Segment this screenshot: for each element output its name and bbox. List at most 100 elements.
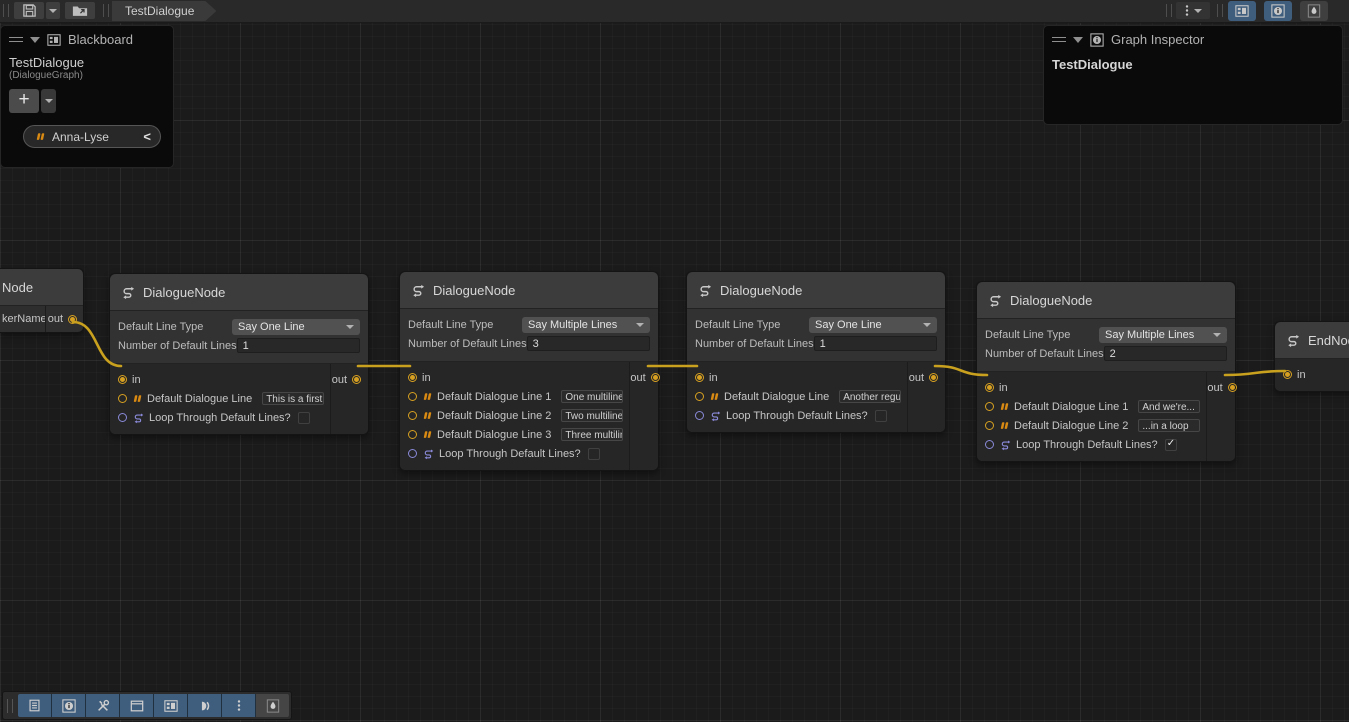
in-port-label: in [709,372,718,384]
loop-checkbox[interactable] [875,410,887,422]
node-title: DialogueNode [143,285,225,300]
loop-checkbox[interactable] [588,448,600,460]
loop-checkbox[interactable] [1165,439,1177,451]
toolbar-grip[interactable] [3,4,9,17]
node-dialoguenode-4[interactable]: DialogueNode Default Line Type Say Multi… [976,281,1236,462]
node-title-bar[interactable]: DialogueNode [977,282,1235,319]
port[interactable] [408,392,417,401]
connected-port[interactable] [651,373,660,382]
line-type-dropdown[interactable]: Say Multiple Lines [522,317,650,333]
open-asset-button[interactable] [65,2,95,19]
node-dialoguenode-1[interactable]: DialogueNode Default Line Type Say One L… [109,273,369,435]
port[interactable] [985,440,994,449]
dialogue-line-field[interactable]: This is a first [262,392,324,405]
loop-row: Loop Through Default Lines? [687,406,907,425]
graph-inspector-panel: Graph Inspector TestDialogue [1043,25,1343,125]
dialogue-line-field[interactable]: Two multiline [561,409,623,422]
line-type-label: Default Line Type [408,319,522,331]
line-type-dropdown[interactable]: Say One Line [809,317,937,333]
toolbar-grip[interactable] [1166,4,1172,17]
num-lines-field[interactable]: 1 [237,338,360,353]
doc-toolbar-button[interactable] [18,694,52,717]
port[interactable] [985,421,994,430]
dialogue-line-field[interactable]: Three multiline [561,428,623,441]
blackboard-graph-name: TestDialogue [1,51,173,70]
options-button[interactable] [1176,2,1210,19]
blackboard-header[interactable]: Blackboard [1,26,173,51]
toolbar-grip[interactable] [1217,4,1223,17]
breadcrumb[interactable]: TestDialogue [112,1,216,21]
blackboard-field-anna-lyse[interactable]: Anna-Lyse < [23,125,161,148]
node-endnode[interactable]: EndNode in [1274,321,1349,392]
add-field-button[interactable]: + [9,89,39,113]
dialogue-line-field[interactable]: ...in a loop [1138,419,1200,432]
node-title-bar[interactable]: EndNode [1275,322,1349,359]
connected-port[interactable] [352,375,361,384]
collapse-chevron-icon[interactable] [30,37,40,43]
blackboard-toolbar-button[interactable] [154,694,188,717]
dialogue-line-label: Default Dialogue Line 2 [437,410,551,422]
port[interactable] [408,411,417,420]
info-panel-toggle-button[interactable] [1264,1,1292,21]
port[interactable] [695,411,704,420]
save-button[interactable] [14,2,44,19]
blackboard-panel-toggle-button[interactable] [1228,1,1256,21]
window-toolbar-button[interactable] [120,694,154,717]
connected-port[interactable] [695,373,704,382]
connected-port[interactable] [408,373,417,382]
chevron-down-icon [346,325,354,329]
port[interactable] [408,430,417,439]
out-port-label: out [630,372,645,384]
tools-toolbar-button[interactable] [86,694,120,717]
port[interactable] [118,394,127,403]
num-lines-field[interactable]: 2 [1104,346,1227,361]
port[interactable] [408,449,417,458]
flame-icon [266,699,280,713]
num-lines-field[interactable]: 3 [527,336,650,351]
connected-port[interactable] [1228,383,1237,392]
node-dialoguenode-2[interactable]: DialogueNode Default Line Type Say Multi… [399,271,659,471]
collapse-chevron-icon[interactable] [1073,37,1083,43]
loop-label: Loop Through Default Lines? [1016,439,1158,451]
flame-panel-toggle-button[interactable] [1300,1,1328,21]
node-speaker-partial[interactable]: Node kerName out [0,268,84,333]
drag-handle-icon[interactable] [1052,37,1066,42]
flame-toolbar-button[interactable] [256,694,289,717]
line-type-dropdown[interactable]: Say Multiple Lines [1099,327,1227,343]
num-lines-field[interactable]: 1 [814,336,937,351]
save-dropdown-button[interactable] [46,2,60,19]
drag-handle-icon[interactable] [9,37,23,42]
field-expander-chevron[interactable]: < [143,129,151,144]
port[interactable] [695,392,704,401]
add-field-dropdown-button[interactable] [41,89,56,113]
num-lines-label: Number of Default Lines [985,348,1104,360]
graph-inspector-header[interactable]: Graph Inspector [1044,26,1342,51]
node-dialoguenode-3[interactable]: DialogueNode Default Line Type Say One L… [686,271,946,433]
dialogue-line-field[interactable]: One multiline [561,390,623,403]
node-title-bar[interactable]: DialogueNode [110,274,368,311]
dialogue-line-field[interactable]: Another regu [839,390,901,403]
blackboard-graph-type: (DialogueGraph) [1,70,173,81]
quote-icon [422,392,432,402]
dialogue-line-label: Default Dialogue Line [147,393,252,405]
connected-port[interactable] [118,375,127,384]
quote-icon [422,411,432,421]
bottom-toolbar [2,691,292,720]
connected-port[interactable] [985,383,994,392]
port[interactable] [985,402,994,411]
transition-toolbar-button[interactable] [188,694,222,717]
info-icon [1271,4,1285,18]
node-title-bar[interactable]: DialogueNode [400,272,658,309]
blackboard-icon [47,33,61,47]
more-toolbar-button[interactable] [222,694,256,717]
info-toolbar-button[interactable] [52,694,86,717]
toolbar-grip[interactable] [7,699,13,713]
node-title-bar[interactable]: DialogueNode [687,272,945,309]
line-type-dropdown[interactable]: Say One Line [232,319,360,335]
loop-checkbox[interactable] [298,412,310,424]
dialogue-line-row: Default Dialogue Line 1 One multiline [400,387,629,406]
toolbar-grip[interactable] [103,4,109,17]
port[interactable] [118,413,127,422]
dialogue-line-field[interactable]: And we're... [1138,400,1200,413]
connected-port[interactable] [929,373,938,382]
